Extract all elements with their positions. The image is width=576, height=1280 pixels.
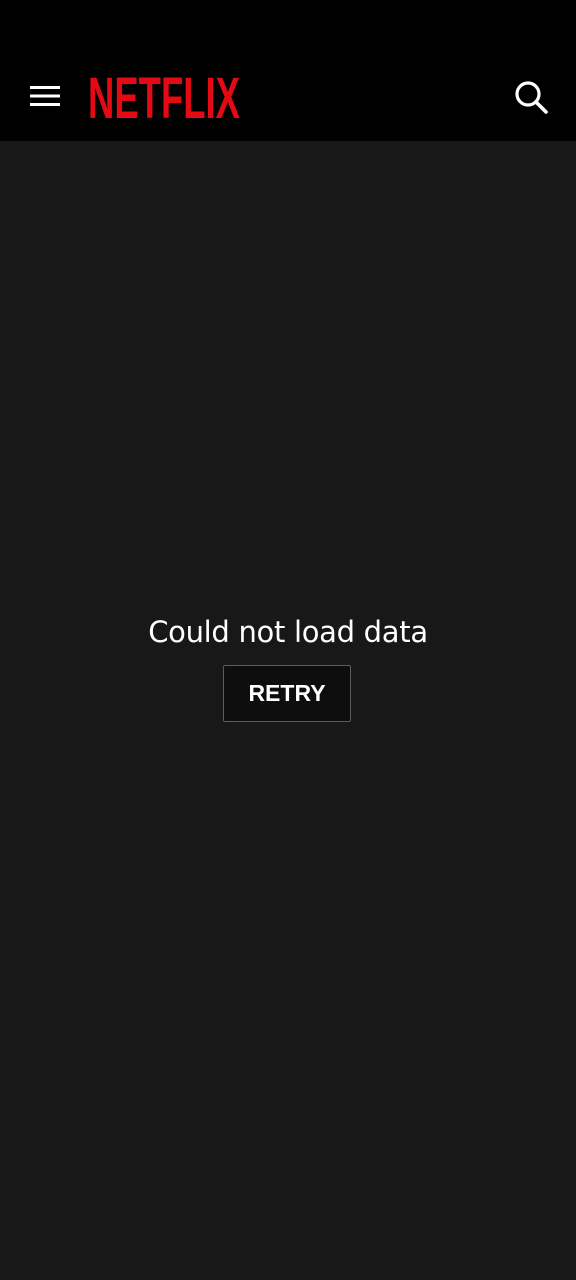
- main-content: Could not load data RETRY: [0, 141, 576, 1280]
- netflix-logo[interactable]: NETFLIX: [88, 73, 242, 121]
- netflix-logo-wordmark: NETFLIX: [88, 73, 240, 121]
- menu-button[interactable]: [22, 73, 68, 119]
- retry-button[interactable]: RETRY: [223, 665, 351, 722]
- search-icon: [515, 81, 548, 114]
- app-screen: NETFLIX Could not load data RETRY: [0, 0, 576, 1280]
- svg-text:NETFLIX: NETFLIX: [88, 73, 240, 121]
- search-button[interactable]: [508, 74, 554, 120]
- hamburger-menu-icon: [30, 86, 60, 106]
- error-message: Could not load data: [148, 615, 428, 649]
- top-app-bar: NETFLIX: [0, 0, 576, 141]
